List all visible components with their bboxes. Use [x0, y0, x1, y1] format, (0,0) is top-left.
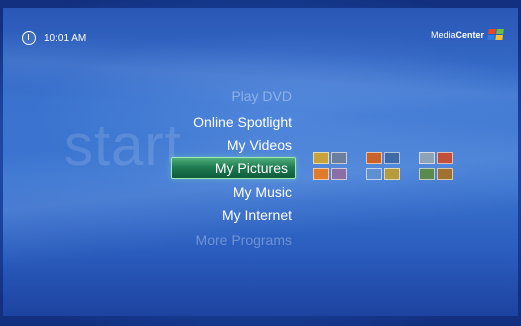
start-menu: Play DVD Online Spotlight My Videos My P…	[0, 0, 292, 326]
menu-item-play-dvd[interactable]: Play DVD	[231, 88, 292, 104]
thumbnail[interactable]	[384, 168, 400, 180]
menu-item-my-music[interactable]: My Music	[233, 184, 292, 200]
thumbnail[interactable]	[313, 152, 329, 164]
menu-item-my-internet[interactable]: My Internet	[222, 207, 292, 223]
thumbnail[interactable]	[384, 152, 400, 164]
menu-item-more-programs[interactable]: More Programs	[196, 232, 292, 248]
media-center-screen: 10:01 AM MediaCenter start Play DVD Onli…	[0, 0, 521, 326]
thumbnail[interactable]	[419, 152, 435, 164]
thumbnail[interactable]	[313, 168, 329, 180]
thumbnail[interactable]	[419, 168, 435, 180]
thumbnail[interactable]	[437, 152, 453, 164]
thumbnail[interactable]	[331, 168, 347, 180]
thumbnail[interactable]	[331, 152, 347, 164]
thumbnail[interactable]	[366, 168, 382, 180]
menu-item-my-videos[interactable]: My Videos	[227, 137, 292, 153]
menu-item-online-spotlight[interactable]: Online Spotlight	[193, 114, 292, 130]
media-center-logo: MediaCenter	[431, 29, 505, 41]
windows-flag-icon	[487, 29, 506, 41]
thumbnail[interactable]	[366, 152, 382, 164]
brand-text: MediaCenter	[430, 30, 484, 40]
menu-item-my-pictures[interactable]: My Pictures	[215, 160, 288, 176]
thumbnail[interactable]	[437, 168, 453, 180]
